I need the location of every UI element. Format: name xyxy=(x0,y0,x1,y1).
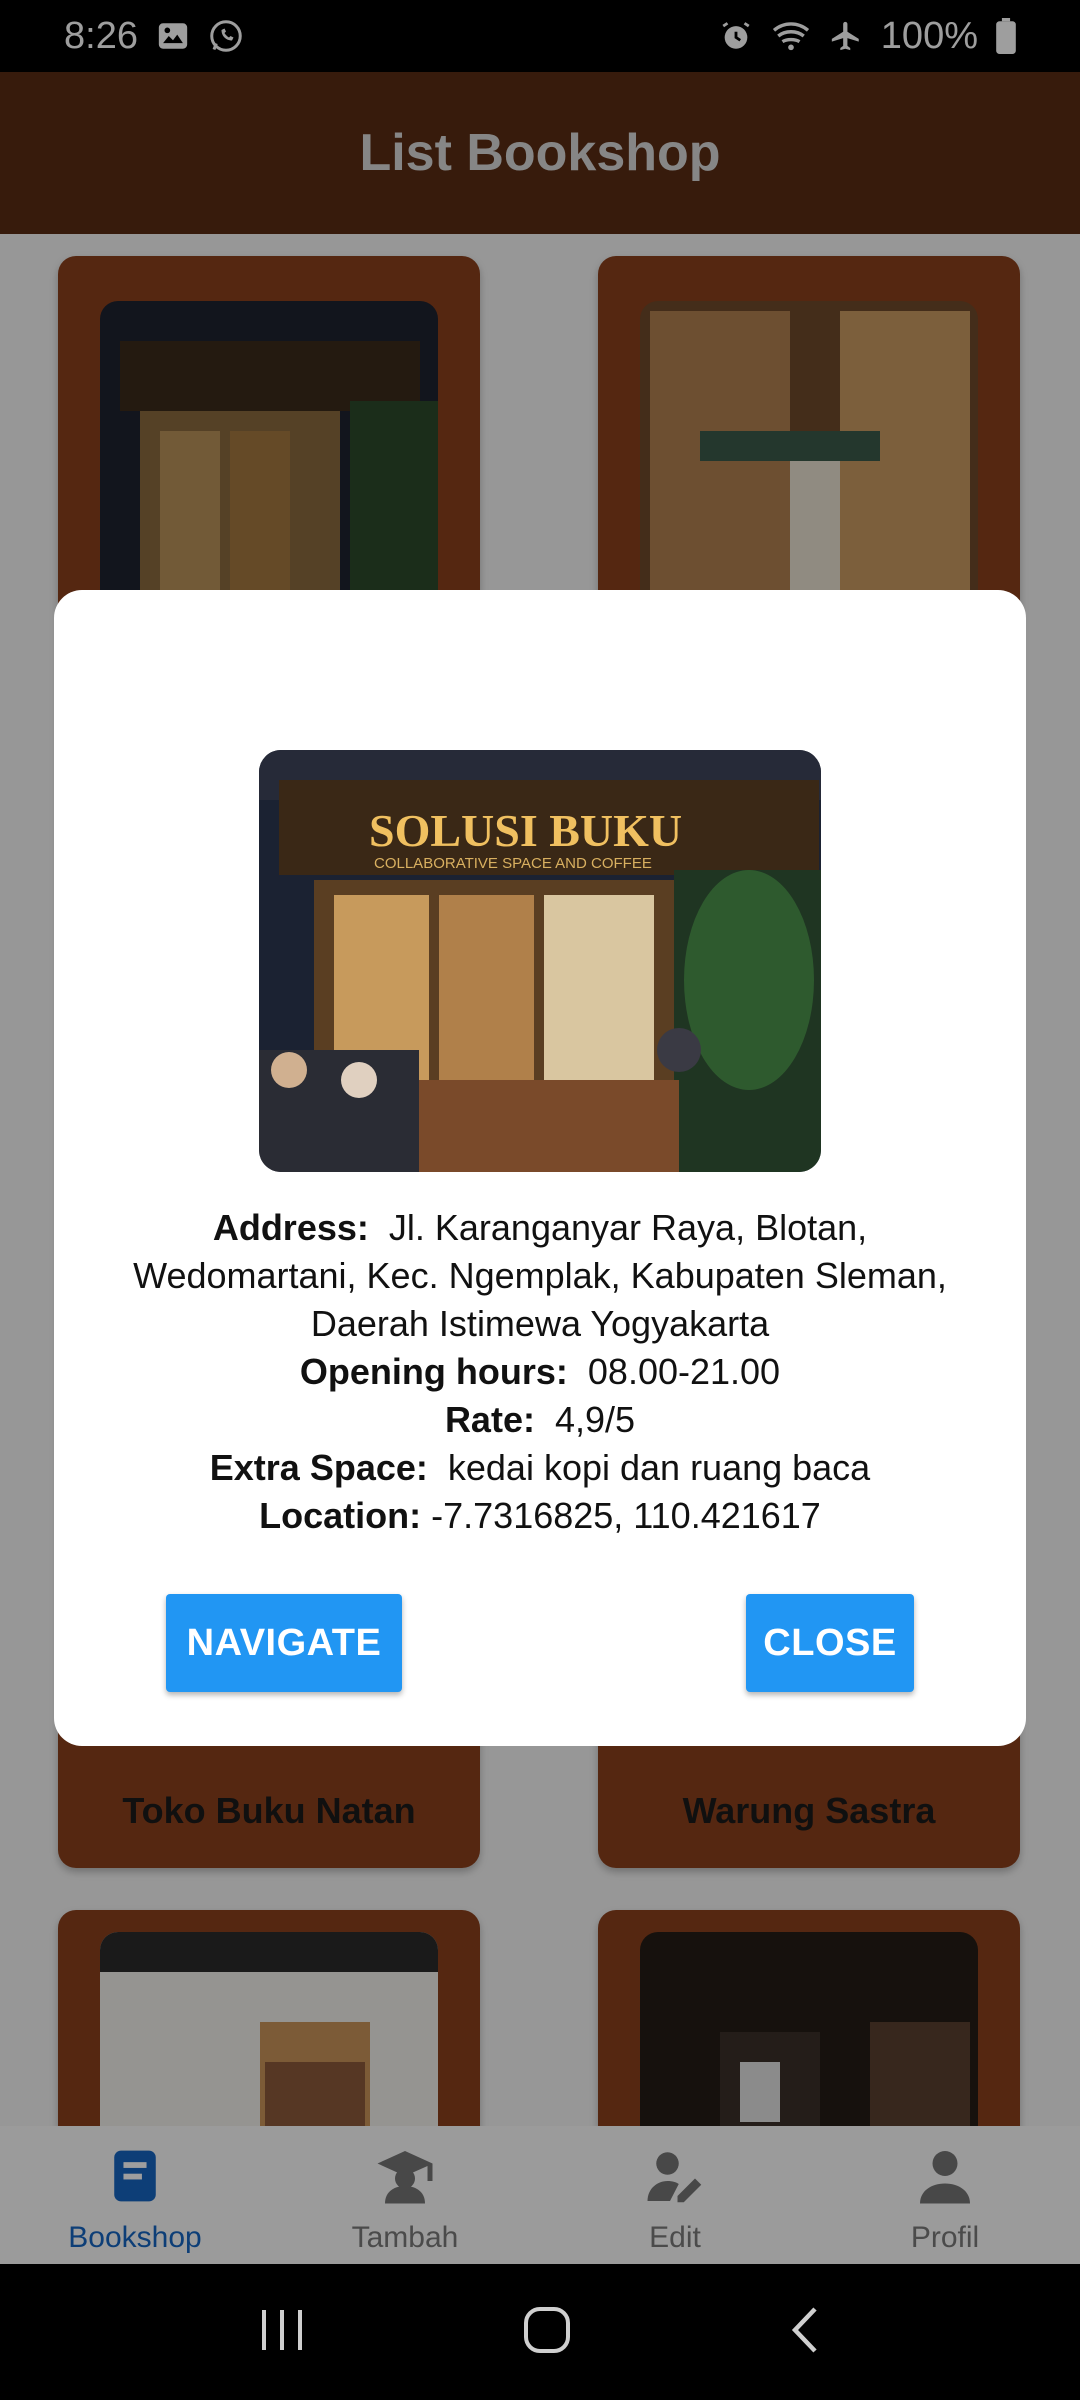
extra-space-value: kedai kopi dan ruang baca xyxy=(447,1447,871,1488)
extra-space-label: Extra Space: xyxy=(209,1447,428,1488)
extra-space-row: Extra Space: kedai kopi dan ruang baca xyxy=(114,1444,966,1492)
back-icon[interactable] xyxy=(787,2305,823,2360)
location-row: Location: -7.7316825, 110.421617 xyxy=(114,1492,966,1540)
navigate-button[interactable]: NAVIGATE xyxy=(166,1594,402,1692)
address-label: Address: xyxy=(212,1207,369,1248)
location-label: Location: xyxy=(259,1495,422,1536)
close-button[interactable]: CLOSE xyxy=(746,1594,914,1692)
opening-hours-row: Opening hours: 08.00-21.00 xyxy=(114,1348,966,1396)
rate-row: Rate: 4,9/5 xyxy=(114,1396,966,1444)
bookshop-detail-photo: SOLUSI BUKU COLLABORATIVE SPACE AND COFF… xyxy=(259,750,821,1172)
opening-hours-label: Opening hours: xyxy=(299,1351,568,1392)
store-sign: SOLUSI BUKU xyxy=(369,805,682,856)
rate-label: Rate: xyxy=(444,1399,535,1440)
system-navigation-bar xyxy=(0,2264,1080,2400)
rate-value: 4,9/5 xyxy=(554,1399,636,1440)
store-sign-subtitle: COLLABORATIVE SPACE AND COFFEE xyxy=(374,855,652,872)
opening-hours-value: 08.00-21.00 xyxy=(587,1351,781,1392)
address-row: Address: Jl. Karanganyar Raya, Blotan, W… xyxy=(114,1204,966,1348)
bookshop-details: Address: Jl. Karanganyar Raya, Blotan, W… xyxy=(114,1204,966,1540)
home-icon[interactable] xyxy=(522,2305,572,2360)
bookshop-detail-dialog: SOLUSI BUKU COLLABORATIVE SPACE AND COFF… xyxy=(54,590,1026,1746)
recent-apps-icon[interactable] xyxy=(257,2308,307,2357)
location-value: -7.7316825, 110.421617 xyxy=(431,1495,821,1536)
